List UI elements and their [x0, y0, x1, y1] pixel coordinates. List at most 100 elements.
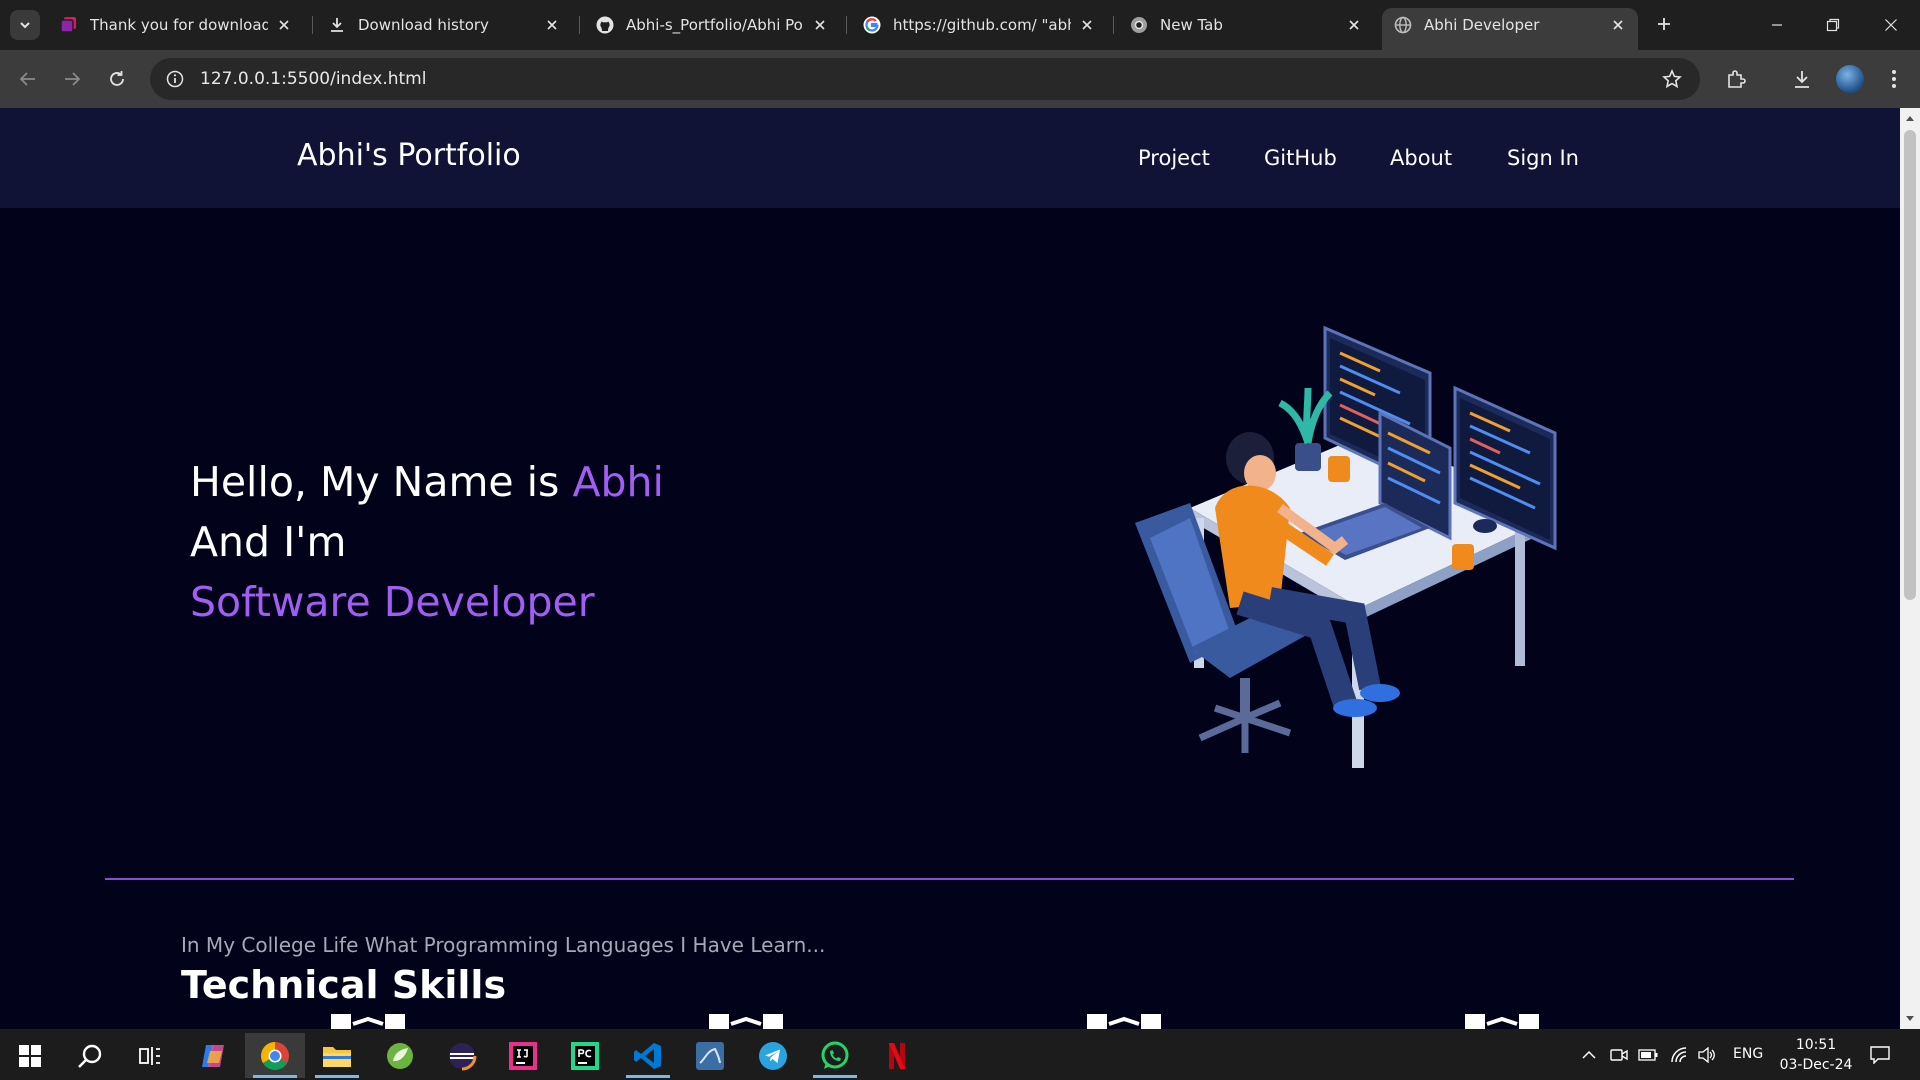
stack-favicon-icon	[60, 16, 78, 34]
spring-tools-icon	[387, 1042, 413, 1069]
address-bar[interactable]: 127.0.0.1:5500/index.html	[150, 58, 1700, 100]
chevron-down-icon	[20, 22, 30, 29]
close-icon[interactable]	[276, 17, 292, 33]
speaker-icon	[1698, 1047, 1715, 1063]
task-view-button[interactable]	[120, 1033, 180, 1078]
puzzle-icon	[1728, 70, 1746, 88]
close-icon[interactable]	[544, 17, 560, 33]
reload-icon	[110, 71, 124, 86]
tab-label: Thank you for downloading	[90, 16, 268, 34]
site-info-icon[interactable]	[164, 68, 186, 90]
taskbar-clock[interactable]: 10:51 03-Dec-24	[1766, 1035, 1866, 1075]
tab-new-tab[interactable]: New Tab	[1118, 8, 1374, 42]
bookmark-star-icon[interactable]	[1660, 67, 1684, 91]
copilot-icon	[202, 1044, 224, 1067]
clock-time: 10:51	[1795, 1037, 1837, 1053]
volume-indicator[interactable]	[1697, 1045, 1717, 1065]
telegram-icon	[759, 1041, 787, 1070]
nav-link-sign-in[interactable]: Sign In	[1507, 146, 1579, 170]
show-hidden-icons-button[interactable]	[1579, 1045, 1599, 1065]
wifi-icon	[1671, 1047, 1687, 1063]
new-tab-button[interactable]	[1652, 12, 1676, 36]
taskbar-mysql-workbench[interactable]	[680, 1033, 740, 1078]
nav-link-github[interactable]: GitHub	[1264, 146, 1337, 170]
skill-icon	[331, 1014, 405, 1029]
close-icon[interactable]	[1079, 17, 1095, 33]
active-app-indicator	[253, 1075, 297, 1078]
taskbar-spring-tools[interactable]	[370, 1033, 430, 1078]
file-explorer-icon	[323, 1046, 351, 1067]
meet-now-button[interactable]	[1609, 1045, 1629, 1065]
downloads-button[interactable]	[1788, 65, 1816, 93]
taskbar-search-button[interactable]	[60, 1033, 120, 1078]
taskbar-copilot[interactable]	[183, 1033, 243, 1078]
minimize-icon	[1772, 24, 1782, 26]
forward-button[interactable]	[58, 65, 86, 93]
taskbar-pycharm[interactable]	[555, 1033, 615, 1078]
taskbar-file-explorer[interactable]	[307, 1033, 367, 1078]
hero-name: Abhi	[572, 458, 664, 506]
close-icon[interactable]	[1346, 17, 1362, 33]
taskbar-chrome[interactable]	[245, 1033, 305, 1078]
scrollbar-thumb[interactable]	[1904, 130, 1916, 600]
windows-start-icon	[19, 1044, 41, 1067]
tab-label: https://github.com/ "abhiw	[893, 16, 1071, 34]
eclipse-icon	[449, 1042, 477, 1070]
tab-separator	[312, 16, 313, 34]
nav-link-project[interactable]: Project	[1138, 146, 1210, 170]
taskbar-eclipse[interactable]	[432, 1033, 492, 1078]
notification-center-button[interactable]	[1870, 1045, 1890, 1065]
active-app-indicator	[315, 1075, 359, 1078]
whatsapp-icon	[821, 1041, 849, 1069]
notification-icon	[1870, 1046, 1890, 1064]
minimize-button[interactable]	[1762, 10, 1792, 40]
chevron-up-icon	[1582, 1050, 1596, 1059]
tab-label: New Tab	[1160, 16, 1223, 34]
tab-search-button[interactable]	[10, 10, 40, 40]
taskbar-whatsapp[interactable]	[805, 1033, 865, 1078]
mysql-workbench-icon	[696, 1041, 724, 1070]
extensions-button[interactable]	[1722, 65, 1750, 93]
browser-menu-button[interactable]	[1880, 65, 1908, 93]
reload-button[interactable]	[103, 65, 131, 93]
network-indicator[interactable]	[1669, 1045, 1689, 1065]
scroll-up-arrow-icon[interactable]	[1904, 112, 1916, 124]
taskbar-intellij[interactable]	[493, 1033, 553, 1078]
active-app-indicator	[626, 1075, 670, 1078]
close-icon[interactable]	[812, 17, 828, 33]
restore-button[interactable]	[1818, 10, 1848, 40]
taskbar-telegram[interactable]	[743, 1033, 803, 1078]
pycharm-icon	[571, 1041, 599, 1070]
skills-subtitle: In My College Life What Programming Lang…	[181, 933, 826, 957]
back-button[interactable]	[14, 65, 42, 93]
start-button[interactable]	[0, 1033, 60, 1078]
site-brand[interactable]: Abhi's Portfolio	[297, 138, 521, 173]
battery-indicator[interactable]	[1638, 1045, 1658, 1065]
tab-github-repo[interactable]: Abhi-s_Portfolio/Abhi Portf	[584, 8, 840, 42]
arrow-right-icon	[65, 72, 81, 86]
nav-link-about[interactable]: About	[1390, 146, 1452, 170]
skills-title: Technical Skills	[181, 963, 507, 1007]
globe-icon	[1394, 16, 1412, 34]
tab-separator	[846, 16, 847, 34]
taskbar-vscode[interactable]	[618, 1033, 678, 1078]
download-icon	[328, 16, 346, 34]
close-icon[interactable]	[1610, 17, 1626, 33]
page-scrollbar[interactable]	[1900, 108, 1920, 1029]
url-text[interactable]: 127.0.0.1:5500/index.html	[200, 69, 1660, 89]
scroll-down-arrow-icon[interactable]	[1904, 1013, 1916, 1025]
plus-icon	[1658, 18, 1670, 30]
input-language[interactable]: ENG	[1733, 1046, 1763, 1062]
taskbar-netflix[interactable]	[867, 1033, 927, 1078]
tab-download-history[interactable]: Download history	[316, 8, 572, 42]
profile-avatar[interactable]	[1836, 65, 1864, 93]
tab-google-search[interactable]: https://github.com/ "abhiw	[851, 8, 1107, 42]
close-window-button[interactable]	[1876, 10, 1906, 40]
skill-icon	[709, 1014, 783, 1029]
tab-abhi-developer[interactable]: Abhi Developer	[1382, 8, 1638, 50]
skill-icon	[1465, 1014, 1539, 1029]
chrome-icon	[1130, 16, 1148, 34]
tab-separator	[579, 16, 580, 34]
netflix-icon	[889, 1042, 905, 1069]
tab-thank-you[interactable]: Thank you for downloading	[48, 8, 304, 42]
